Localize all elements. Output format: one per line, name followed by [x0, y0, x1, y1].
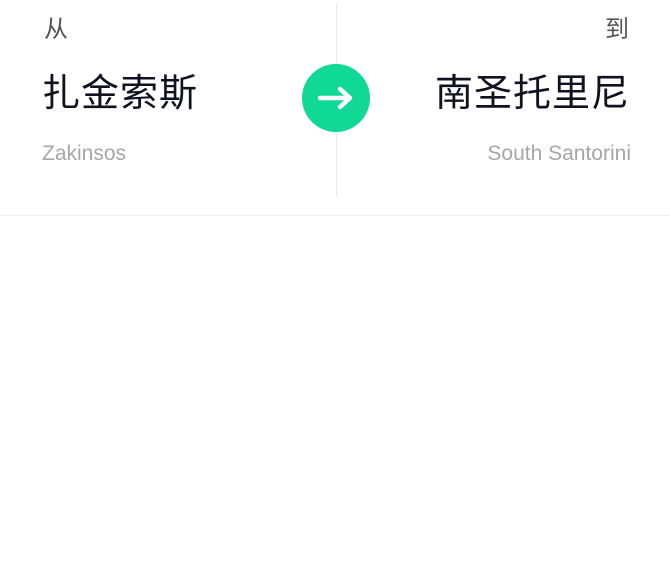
departure-city[interactable]: 扎金索斯 — [42, 68, 198, 118]
arrival-city-latin: South Santorini — [487, 142, 631, 165]
route-card: 从 扎金索斯 Zakinsos 到 南圣托里尼 South Santorini — [0, 0, 670, 216]
arrival-city[interactable]: 南圣托里尼 — [435, 68, 630, 118]
direction-button[interactable] — [302, 64, 370, 132]
arrow-right-icon — [318, 86, 354, 110]
from-label: 从 — [44, 15, 68, 43]
to-label: 到 — [605, 15, 629, 43]
departure-city-latin: Zakinsos — [42, 142, 127, 165]
